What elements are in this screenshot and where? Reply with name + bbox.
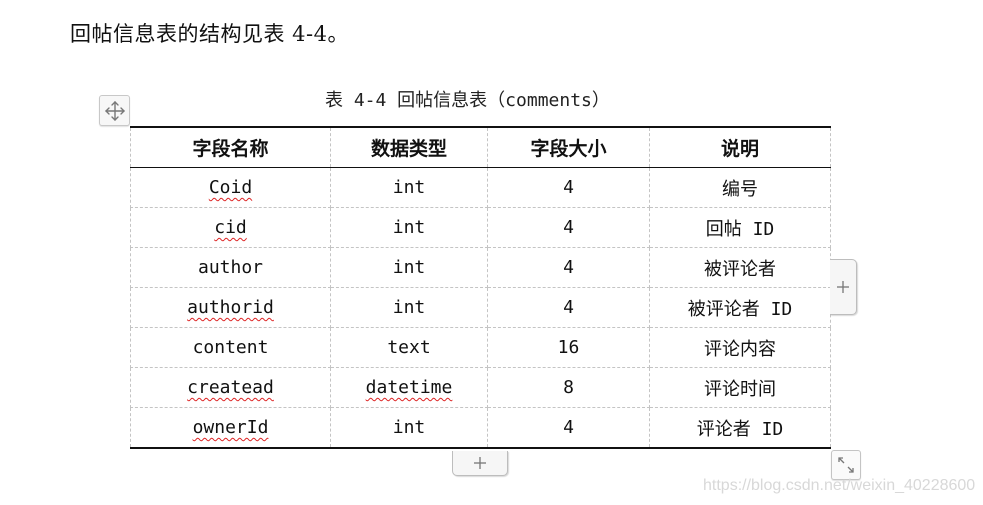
field-name: Coid (208, 177, 253, 198)
field-name-cell[interactable]: author (130, 247, 331, 288)
field-name: authorid (187, 297, 274, 318)
add-column-button[interactable] (830, 259, 857, 315)
field-size-cell[interactable]: 4 (487, 247, 650, 288)
field-size-cell[interactable]: 4 (487, 287, 650, 328)
table-row: authorid int 4 被评论者 ID (130, 287, 831, 328)
header-field-size[interactable]: 字段大小 (487, 126, 650, 168)
table-resize-handle[interactable] (831, 450, 861, 480)
comments-table: 字段名称 数据类型 字段大小 说明 Coid int 4 编号 cid int … (130, 126, 831, 449)
field-name: cid (214, 217, 247, 238)
field-size-cell[interactable]: 16 (487, 327, 650, 368)
field-name-cell[interactable]: content (130, 327, 331, 368)
header-description[interactable]: 说明 (649, 126, 831, 168)
table-row: Coid int 4 编号 (130, 167, 831, 208)
field-size-cell[interactable]: 4 (487, 167, 650, 208)
data-type-cell[interactable]: int (330, 287, 488, 328)
header-data-type[interactable]: 数据类型 (330, 126, 488, 168)
field-name-cell[interactable]: createad (130, 367, 331, 408)
data-type-cell[interactable]: int (330, 247, 488, 288)
data-type-cell[interactable]: int (330, 407, 488, 449)
description-cell[interactable]: 被评论者 ID (649, 287, 831, 328)
add-row-button[interactable] (452, 451, 508, 476)
watermark: https://blog.csdn.net/weixin_40228600 (703, 477, 976, 494)
table-move-handle[interactable] (99, 95, 130, 126)
field-size-cell[interactable]: 8 (487, 367, 650, 408)
intro-paragraph: 回帖信息表的结构见表 4-4。 (70, 22, 349, 46)
header-field-name[interactable]: 字段名称 (130, 126, 331, 168)
plus-icon (474, 457, 486, 469)
table-row: content text 16 评论内容 (130, 327, 831, 368)
description-cell[interactable]: 评论者 ID (649, 407, 831, 449)
data-type-cell[interactable]: text (330, 327, 488, 368)
move-arrows-icon (104, 100, 125, 121)
table-row: author int 4 被评论者 (130, 247, 831, 288)
data-type-cell[interactable]: datetime (330, 367, 488, 408)
description-cell[interactable]: 回帖 ID (649, 207, 831, 248)
field-name-cell[interactable]: cid (130, 207, 331, 248)
field-name-cell[interactable]: ownerId (130, 407, 331, 449)
description-cell[interactable]: 编号 (649, 167, 831, 208)
description-cell[interactable]: 评论时间 (649, 367, 831, 408)
field-name: content (192, 337, 269, 358)
resize-diagonal-icon (838, 457, 854, 473)
table-row: createad datetime 8 评论时间 (130, 367, 831, 408)
description-cell[interactable]: 被评论者 (649, 247, 831, 288)
field-name: author (197, 257, 264, 278)
data-type-cell[interactable]: int (330, 167, 488, 208)
table-row: cid int 4 回帖 ID (130, 207, 831, 248)
field-size-cell[interactable]: 4 (487, 207, 650, 248)
field-name: createad (187, 377, 274, 398)
data-type: datetime (365, 377, 453, 398)
description-cell[interactable]: 评论内容 (649, 327, 831, 368)
plus-icon (837, 281, 849, 293)
field-name-cell[interactable]: Coid (130, 167, 331, 208)
field-name: ownerId (192, 417, 269, 438)
field-name-cell[interactable]: authorid (130, 287, 331, 328)
table-row: ownerId int 4 评论者 ID (130, 407, 831, 449)
field-size-cell[interactable]: 4 (487, 407, 650, 449)
table-header-row: 字段名称 数据类型 字段大小 说明 (130, 126, 831, 168)
data-type-cell[interactable]: int (330, 207, 488, 248)
table-caption: 表 4-4 回帖信息表（comments） (325, 90, 610, 111)
